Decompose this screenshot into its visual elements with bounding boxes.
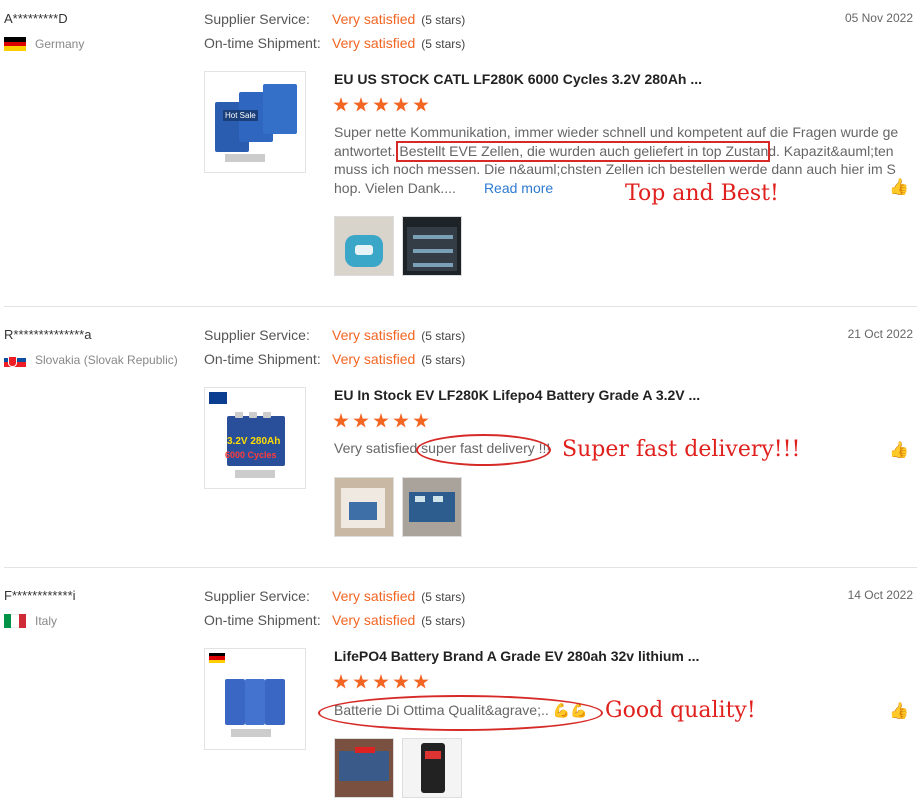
annotation-text: Top and Best! [625, 181, 779, 206]
star-icon [333, 97, 349, 112]
buyer-name: R**************a [4, 327, 92, 342]
star-icon [333, 674, 349, 689]
product-title[interactable]: EU In Stock EV LF280K Lifepo4 Battery Gr… [334, 387, 700, 403]
eu-flag-icon [209, 392, 227, 404]
annotation-text: Super fast delivery!!! [562, 437, 801, 462]
flag-germany-icon [4, 37, 26, 51]
annotation-text: Good quality! [605, 698, 756, 723]
country-label: Germany [35, 37, 85, 51]
read-more-link[interactable]: Read more [484, 180, 553, 196]
review-date: 05 Nov 2022 [844, 11, 913, 25]
star-icon [373, 674, 389, 689]
star-icon [353, 97, 369, 112]
thumbs-up-icon[interactable]: 👍 [889, 701, 909, 721]
review-photo[interactable] [402, 216, 462, 276]
buyer-country: Germany [4, 37, 84, 51]
star-icon [353, 413, 369, 428]
supplier-service-label: Supplier Service: [204, 327, 310, 343]
buyer-country: Italy [4, 614, 57, 628]
star-icon [413, 97, 429, 112]
supplier-service-label: Supplier Service: [204, 11, 310, 27]
review-photo[interactable] [334, 477, 394, 537]
star-icon [413, 674, 429, 689]
star-icon [393, 674, 409, 689]
review-date: 14 Oct 2022 [847, 588, 913, 602]
supplier-service-rating: Very satisfied (5 stars) [332, 11, 466, 27]
rating-stars [333, 674, 429, 690]
review-photo[interactable] [334, 738, 394, 798]
star-icon [373, 97, 389, 112]
divider [4, 567, 917, 568]
supplier-service-label: Supplier Service: [204, 588, 310, 604]
star-icon [393, 413, 409, 428]
product-thumbnail[interactable]: Hot Sale [204, 71, 306, 173]
supplier-service-rating: Very satisfied (5 stars) [332, 327, 466, 343]
star-icon [413, 413, 429, 428]
shipment-rating: Very satisfied (5 stars) [332, 351, 466, 367]
highlight-ellipse [318, 695, 603, 731]
flag-italy-icon [4, 614, 26, 628]
thumbs-up-icon[interactable]: 👍 [889, 440, 909, 460]
buyer-country: Slovakia (Slovak Republic) [4, 353, 178, 367]
highlight-ellipse [416, 434, 551, 466]
star-icon [333, 413, 349, 428]
product-title[interactable]: LifePO4 Battery Brand A Grade EV 280ah 3… [334, 648, 699, 664]
shipment-label: On-time Shipment: [204, 612, 321, 628]
product-thumbnail[interactable]: 3.2V 280Ah 6000 Cycles [204, 387, 306, 489]
product-thumbnail[interactable] [204, 648, 306, 750]
country-label: Italy [35, 614, 58, 628]
buyer-name: A*********D [4, 11, 68, 26]
rating-stars [333, 97, 429, 113]
country-label: Slovakia (Slovak Republic) [35, 353, 178, 367]
thumbs-up-icon[interactable]: 👍 [889, 177, 909, 197]
buyer-name: F************i [4, 588, 76, 603]
star-icon [353, 674, 369, 689]
rating-stars [333, 413, 429, 429]
review-photo[interactable] [402, 738, 462, 798]
shipment-rating: Very satisfied (5 stars) [332, 35, 466, 51]
review-photo[interactable] [334, 216, 394, 276]
star-icon [373, 413, 389, 428]
supplier-service-rating: Very satisfied (5 stars) [332, 588, 466, 604]
divider [4, 306, 917, 307]
review-date: 21 Oct 2022 [847, 327, 913, 341]
flag-germany-icon [209, 653, 225, 663]
shipment-label: On-time Shipment: [204, 35, 321, 51]
product-title[interactable]: EU US STOCK CATL LF280K 6000 Cycles 3.2V… [334, 71, 702, 87]
highlight-box [396, 141, 770, 162]
shipment-label: On-time Shipment: [204, 351, 321, 367]
shipment-rating: Very satisfied (5 stars) [332, 612, 466, 628]
review-photo[interactable] [402, 477, 462, 537]
flag-slovakia-icon [4, 353, 26, 367]
star-icon [393, 97, 409, 112]
